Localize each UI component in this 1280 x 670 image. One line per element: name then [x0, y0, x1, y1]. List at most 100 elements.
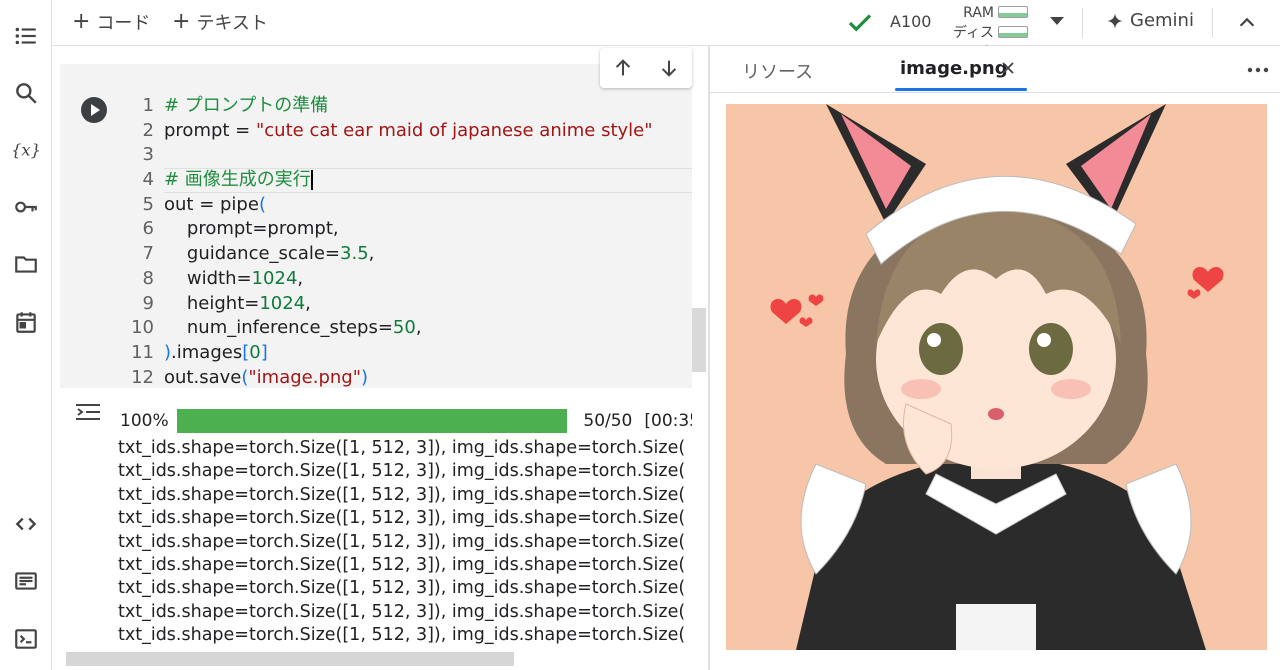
- panel-header-divider: [710, 92, 1280, 93]
- sparkle-icon: [1107, 13, 1123, 28]
- code-cell[interactable]: 1 # プロンプトの準備 2 prompt = "cute cat ear maid …: [60, 64, 692, 388]
- accelerator-label[interactable]: A100: [890, 12, 931, 31]
- ram-label: RAM: [963, 5, 994, 21]
- current-line-highlight: [164, 168, 692, 193]
- folder-icon[interactable]: [10, 248, 42, 280]
- resource-meters[interactable]: [998, 6, 1028, 46]
- top-toolbar: + コード + テキスト A100 RAM ディスク Gemini: [52, 0, 1280, 61]
- log-line: txt_ids.shape=torch.Size([1, 512, 3]), i…: [118, 461, 686, 482]
- line-number: 2: [142, 119, 154, 141]
- side-panel: リソース image.png: [710, 46, 1280, 670]
- code-text: # プロンプトの準備: [164, 95, 329, 116]
- code-snippets-icon[interactable]: [10, 508, 42, 540]
- add-code-label: コード: [96, 13, 151, 34]
- cell-scrollbar[interactable]: [692, 308, 706, 372]
- line-number: 1: [142, 95, 154, 116]
- anime-maid-illustration: [726, 104, 1267, 650]
- chevron-up-icon[interactable]: [1236, 12, 1258, 34]
- close-icon[interactable]: [998, 58, 1018, 78]
- progress-bar: [176, 409, 568, 433]
- disk-meter: [998, 26, 1028, 38]
- toolbar-divider: [1082, 8, 1083, 38]
- plus-icon: +: [172, 9, 191, 34]
- code-text: out.save("image.png"): [164, 366, 369, 388]
- line-number: 8: [142, 267, 154, 289]
- log-line: txt_ids.shape=torch.Size([1, 512, 3]), i…: [118, 601, 686, 622]
- code-line[interactable]: 5 out = pipe(: [120, 193, 692, 218]
- code-line[interactable]: 4 # 画像生成の実行: [120, 168, 692, 193]
- toolbar-divider: [1212, 8, 1213, 38]
- log-line: txt_ids.shape=torch.Size([1, 512, 3]), i…: [118, 508, 686, 529]
- progress-row: 100% 50/50 [00:35: [120, 408, 692, 434]
- more-options-icon[interactable]: [1246, 60, 1270, 80]
- left-sidebar: {x}: [0, 0, 52, 670]
- code-text: num_inference_steps=50,: [164, 317, 422, 339]
- connected-check-icon[interactable]: [845, 8, 875, 38]
- tab-resources[interactable]: リソース: [742, 58, 813, 84]
- code-line[interactable]: 10 num_inference_steps=50,: [120, 316, 692, 341]
- key-icon[interactable]: [10, 191, 42, 223]
- code-text: prompt = "cute cat ear maid of japanese …: [164, 119, 653, 141]
- code-text: height=1024,: [164, 292, 311, 314]
- cell-output: 100% 50/50 [00:35 txt_ids.shape=torch.Si…: [60, 388, 692, 670]
- line-number: 3: [142, 144, 154, 166]
- code-line[interactable]: 12 out.save("image.png"): [120, 366, 692, 391]
- line-number: 4: [142, 169, 154, 191]
- run-cell-button[interactable]: [81, 97, 107, 123]
- calendar-icon[interactable]: [10, 306, 42, 338]
- code-line[interactable]: 9 height=1024,: [120, 292, 692, 317]
- code-text: prompt=prompt,: [164, 218, 339, 240]
- code-text: width=1024,: [164, 267, 304, 289]
- move-down-icon[interactable]: [658, 57, 680, 79]
- line-number: 9: [142, 292, 154, 314]
- plus-icon: +: [72, 9, 91, 34]
- line-number: 12: [131, 366, 154, 388]
- log-line: txt_ids.shape=torch.Size([1, 512, 3]), i…: [118, 531, 686, 552]
- progress-count: 50/50: [583, 411, 633, 431]
- gemini-button[interactable]: Gemini: [1106, 10, 1194, 31]
- line-number: 5: [142, 193, 154, 215]
- code-line[interactable]: 6 prompt=prompt,: [120, 217, 692, 242]
- log-line: txt_ids.shape=torch.Size([1, 512, 3]), i…: [118, 625, 686, 646]
- log-line: txt_ids.shape=torch.Size([1, 512, 3]), i…: [118, 484, 686, 505]
- search-icon[interactable]: [10, 77, 42, 109]
- ram-meter: [998, 6, 1028, 18]
- code-text: ).images[0]: [164, 341, 268, 363]
- add-code-button[interactable]: + コード: [72, 9, 150, 35]
- notebook-area: 1 # プロンプトの準備 2 prompt = "cute cat ear maid …: [52, 46, 708, 670]
- add-text-button[interactable]: + テキスト: [172, 9, 268, 35]
- log-line: txt_ids.shape=torch.Size([1, 512, 3]), i…: [118, 438, 686, 458]
- move-up-icon[interactable]: [612, 57, 634, 79]
- line-number: 10: [131, 317, 154, 339]
- line-number: 11: [131, 341, 154, 363]
- line-number: 7: [142, 243, 154, 265]
- tab-image[interactable]: image.png: [900, 58, 1008, 79]
- line-number: 6: [142, 218, 154, 240]
- runtime-dropdown-icon[interactable]: [1050, 17, 1064, 25]
- code-line[interactable]: 2 prompt = "cute cat ear maid of japanese…: [120, 119, 692, 144]
- gemini-label: Gemini: [1130, 10, 1194, 31]
- log-line: txt_ids.shape=torch.Size([1, 512, 3]), i…: [118, 554, 686, 575]
- log-line: txt_ids.shape=torch.Size([1, 512, 3]), i…: [118, 578, 686, 599]
- code-text: out = pipe(: [164, 193, 266, 215]
- svg-text:{x}: {x}: [13, 140, 39, 159]
- code-line[interactable]: 11 ).images[0]: [120, 341, 692, 366]
- terminal-icon[interactable]: [10, 623, 42, 655]
- progress-time: [00:35: [644, 411, 692, 431]
- code-text: guidance_scale=3.5,: [164, 243, 375, 265]
- code-line[interactable]: 7 guidance_scale=3.5,: [120, 242, 692, 267]
- table-of-contents-icon[interactable]: [10, 20, 42, 52]
- progress-bar-fill: [176, 409, 568, 433]
- output-toggle-icon[interactable]: [74, 400, 102, 424]
- output-log: txt_ids.shape=torch.Size([1, 512, 3]), i…: [118, 437, 692, 648]
- progress-percent: 100%: [120, 411, 169, 431]
- horizontal-scrollbar[interactable]: [66, 652, 514, 666]
- variables-icon[interactable]: {x}: [10, 134, 42, 166]
- code-editor[interactable]: 1 # プロンプトの準備 2 prompt = "cute cat ear maid …: [120, 94, 692, 390]
- code-line[interactable]: 1 # プロンプトの準備: [120, 94, 692, 119]
- active-tab-indicator: [895, 88, 1027, 91]
- command-palette-icon[interactable]: [10, 565, 42, 597]
- code-line[interactable]: 8 width=1024,: [120, 267, 692, 292]
- generated-image: [726, 104, 1267, 650]
- code-line[interactable]: 3: [120, 143, 692, 168]
